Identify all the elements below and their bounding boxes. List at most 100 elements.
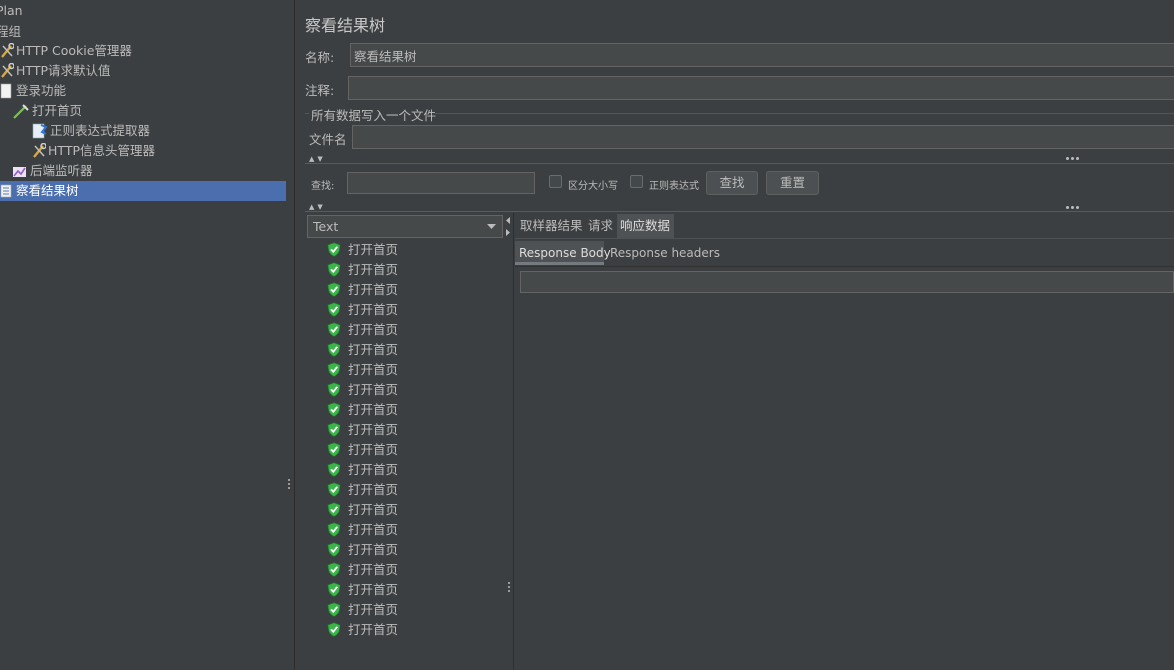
success-check-icon [327, 582, 341, 597]
tree-node[interactable]: 后端监听器 [12, 161, 93, 181]
success-check-icon [327, 522, 341, 537]
result-item-label: 打开首页 [348, 242, 399, 257]
tree-node[interactable]: Plan [0, 1, 23, 21]
result-item-label: 打开首页 [348, 402, 399, 417]
result-item-label: 打开首页 [348, 462, 399, 477]
file-section-label: 所有数据写入一个文件 [311, 108, 437, 123]
success-check-icon [327, 382, 341, 397]
case-sensitive-checkbox[interactable] [549, 175, 562, 188]
find-button[interactable]: 查找 [706, 171, 758, 195]
tree-node-label: Plan [0, 3, 23, 18]
tree-node[interactable]: 程组 [0, 22, 21, 42]
comment-field[interactable] [348, 76, 1174, 100]
divider-2 [305, 211, 1174, 212]
tree-node-label: 程组 [0, 24, 22, 39]
result-item-label: 打开首页 [348, 622, 399, 637]
wrench-icon [0, 42, 15, 59]
divider-1 [305, 163, 1174, 164]
regex-checkbox[interactable] [630, 175, 643, 188]
tree-node-label: HTTP信息头管理器 [48, 143, 155, 158]
tree-icon [0, 183, 14, 199]
view-results-tree-panel: 察看结果树 名称: 注释: 所有数据写入一个文件 文件名 ▲▼ 查找: 区分大小… [295, 0, 1174, 670]
tree-node-label: 察看结果树 [16, 183, 79, 198]
page-title: 察看结果树 [305, 16, 386, 35]
file-name-field[interactable] [352, 125, 1174, 149]
tree-node[interactable]: HTTP请求默认值 [0, 61, 111, 81]
success-check-icon [327, 462, 341, 477]
wrench-icon [32, 142, 47, 159]
file-section-border-left [305, 113, 309, 114]
success-check-icon [327, 602, 341, 617]
splitter-arrows-icon [506, 217, 510, 236]
results-splitter[interactable] [504, 213, 514, 670]
pipette-icon [12, 103, 30, 119]
tree-node-label: 登录功能 [16, 83, 67, 98]
result-item-label: 打开首页 [348, 302, 399, 317]
result-item-label: 打开首页 [348, 382, 399, 397]
name-label: 名称: [305, 50, 335, 65]
tree-node-label: 打开首页 [32, 103, 83, 118]
result-item-label: 打开首页 [348, 562, 399, 577]
collapse-arrows-1[interactable]: ▲▼ [309, 155, 326, 163]
tab-sampler-result[interactable]: 取样器结果 [517, 214, 586, 238]
success-check-icon [327, 262, 341, 277]
tab-request[interactable]: 请求 [585, 214, 616, 238]
subtab-response-body[interactable]: Response Body [515, 241, 611, 265]
renderer-selected-value: Text [313, 219, 339, 234]
chevron-down-icon [487, 224, 496, 229]
tree-node-label: 后端监听器 [30, 163, 93, 178]
result-item-label: 打开首页 [348, 282, 399, 297]
result-item-label: 打开首页 [348, 582, 399, 597]
tab-response-data[interactable]: 响应数据 [617, 214, 674, 238]
success-check-icon [327, 342, 341, 357]
result-item-label: 打开首页 [348, 482, 399, 497]
subtab-response-headers[interactable]: Response headers [606, 241, 724, 265]
reset-button[interactable]: 重置 [766, 171, 819, 195]
search-input[interactable] [347, 172, 535, 194]
tree-node-label: HTTP Cookie管理器 [16, 43, 132, 58]
divider-grip-1[interactable] [1066, 153, 1081, 160]
case-sensitive-label: 区分大小写 [568, 181, 618, 192]
tree-node[interactable]: 正则表达式提取器 [32, 121, 150, 141]
result-item-label: 打开首页 [348, 422, 399, 437]
extractor-icon [32, 123, 48, 139]
result-item-label: 打开首页 [348, 362, 399, 377]
success-check-icon [327, 242, 341, 257]
page-icon [0, 83, 14, 99]
renderer-select[interactable]: Text [307, 215, 503, 238]
tree-node[interactable]: HTTP Cookie管理器 [0, 41, 132, 61]
divider-grip-2[interactable] [1066, 202, 1081, 209]
main-splitter[interactable] [286, 0, 295, 670]
comment-label: 注释: [305, 83, 335, 98]
success-check-icon [327, 322, 341, 337]
success-check-icon [327, 402, 341, 417]
success-check-icon [327, 542, 341, 557]
wrench-icon [0, 62, 15, 79]
tabs-underline [515, 238, 1174, 239]
tree-node[interactable]: 打开首页 [12, 101, 82, 121]
success-check-icon [327, 422, 341, 437]
test-plan-tree[interactable]: Plan 程组 HTTP Cookie管理器 HTTP请求默认值登录功能打开首页正则表… [0, 0, 286, 670]
results-splitter-grip [508, 582, 511, 594]
success-check-icon [327, 482, 341, 497]
regex-label: 正则表达式 [649, 181, 699, 192]
result-item-label: 打开首页 [348, 542, 399, 557]
collapse-arrows-2[interactable]: ▲▼ [309, 203, 326, 211]
success-check-icon [327, 502, 341, 517]
response-body-area [515, 267, 1174, 670]
result-item-label: 打开首页 [348, 442, 399, 457]
response-body-field[interactable] [520, 271, 1174, 293]
tree-node[interactable]: HTTP信息头管理器 [32, 141, 155, 161]
tree-node[interactable]: 察看结果树 [0, 181, 286, 201]
result-item-label: 打开首页 [348, 522, 399, 537]
result-item-label: 打开首页 [348, 602, 399, 617]
tree-node[interactable]: 登录功能 [0, 81, 66, 101]
splitter-grip [288, 479, 291, 491]
result-item-label: 打开首页 [348, 262, 399, 277]
result-item-label: 打开首页 [348, 322, 399, 337]
success-check-icon [327, 282, 341, 297]
name-field[interactable] [350, 43, 1174, 67]
success-check-icon [327, 622, 341, 637]
success-check-icon [327, 302, 341, 317]
file-name-label: 文件名 [309, 132, 347, 147]
